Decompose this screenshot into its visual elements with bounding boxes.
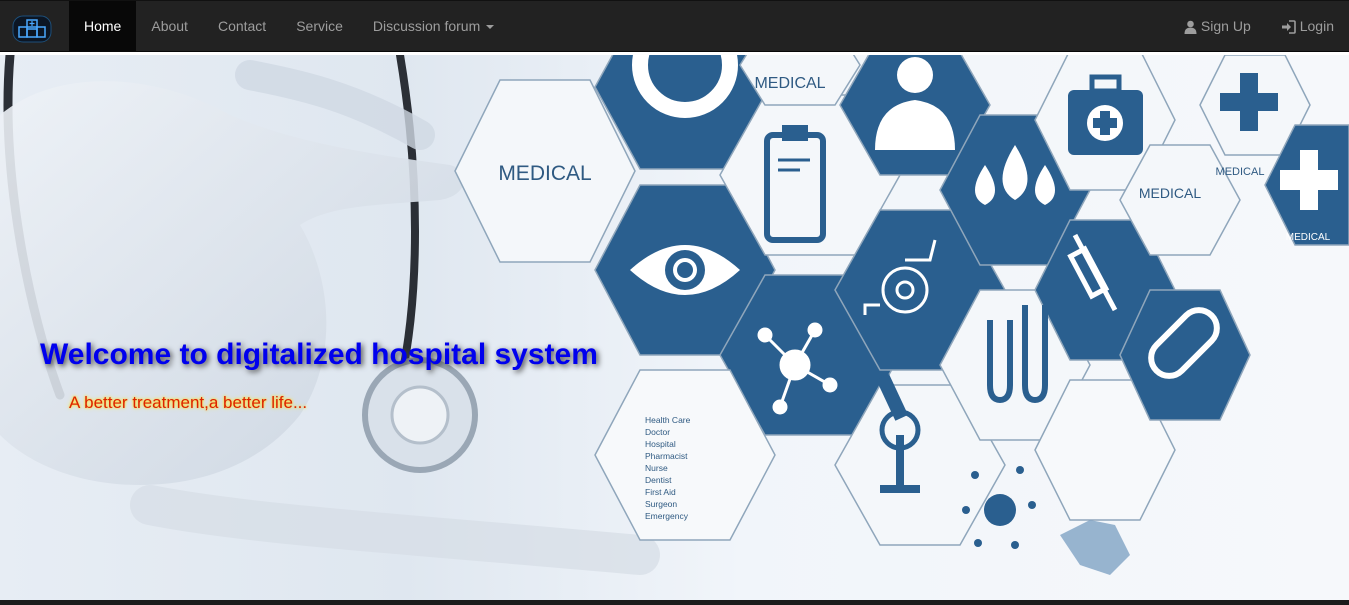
hex-list-item: Dentist [645,475,672,485]
hospital-logo-icon[interactable] [12,14,52,44]
nav-about[interactable]: About [136,1,203,52]
nav-discussion-forum-label: Discussion forum [372,18,481,34]
hex-list-item: Emergency [645,511,689,521]
hex-list-item: Nurse [645,463,668,473]
hex-list-item: Surgeon [645,499,677,509]
hero-bottom-edge [0,600,1349,605]
nav-home[interactable]: Home [69,1,137,52]
hex-medical-label: MEDICAL [1139,185,1201,201]
hex-medical-label: MEDICAL [1286,232,1331,243]
top-navbar: Home About Contact Service Discussion fo… [0,0,1349,52]
hex-list-item: Hospital [645,439,676,449]
world-map-icon [1060,520,1130,575]
hex-list-item: Doctor [645,427,670,437]
hex-medical-label: MEDICAL [1216,166,1265,178]
account-nav: Sign Up Login [1169,1,1349,52]
nav-service[interactable]: Service [281,1,358,52]
hex-list-item: First Aid [645,487,676,497]
main-nav: Home About Contact Service Discussion fo… [69,1,509,52]
signup-label: Sign Up [1200,18,1251,34]
hex-list-item: Pharmacist [645,451,688,461]
nav-discussion-forum[interactable]: Discussion forum [358,1,509,52]
hero-title: Welcome to digitalized hospital system [40,338,598,371]
caret-down-icon [486,25,495,30]
hex-list-item: Health Care [645,415,691,425]
medical-banner-image: MEDICAL MEDICAL MEDICAL MEDICAL MEDICAL [0,55,1349,575]
login-icon [1281,19,1296,34]
login-label: Login [1299,18,1334,34]
login-link[interactable]: Login [1266,1,1349,52]
hex-medical-label: MEDICAL [498,162,591,185]
hero-banner: MEDICAL MEDICAL MEDICAL MEDICAL MEDICAL [0,55,1349,600]
hero-tagline: A better treatment,a better life... [69,393,308,412]
nav-contact[interactable]: Contact [203,1,281,52]
user-icon [1184,20,1197,34]
signup-link[interactable]: Sign Up [1169,1,1266,52]
hex-medical-label: MEDICAL [754,75,825,92]
